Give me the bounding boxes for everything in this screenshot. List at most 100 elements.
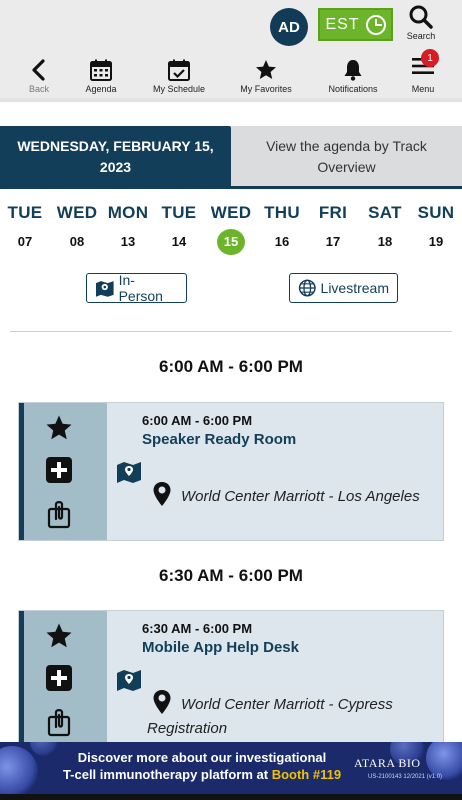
date-number: 07 [17, 234, 33, 249]
star-icon [46, 623, 72, 648]
time-group-header: 6:30 AM - 6:00 PM [159, 566, 303, 585]
attachment-button[interactable] [44, 707, 74, 737]
livestream-filter-button[interactable]: Livestream [289, 273, 398, 303]
tab-date[interactable]: WEDNESDAY, FEBRUARY 15, 2023 [0, 126, 231, 188]
timezone-button[interactable]: EST [318, 8, 393, 41]
nav-my-favorites-label: My Favorites [240, 84, 292, 94]
clock-icon [365, 14, 386, 35]
bottom-strip [0, 794, 462, 800]
nav-menu[interactable]: 1 Menu [406, 48, 440, 94]
nav-my-schedule-label: My Schedule [152, 84, 206, 94]
date-item[interactable]: SAT 18 [360, 203, 410, 255]
date-item[interactable]: MON 13 [103, 203, 153, 255]
star-icon [46, 415, 72, 440]
date-number: 08 [69, 234, 85, 249]
brand-logo: ATARA BIO [354, 756, 421, 770]
tab-underline [0, 186, 462, 189]
card-actions [24, 403, 107, 540]
favorite-button[interactable] [44, 413, 74, 443]
back-arrow-icon [32, 59, 45, 81]
header-divider [0, 98, 462, 102]
date-item[interactable]: WED 08 [52, 203, 102, 255]
banner-line-2-prefix: T-cell immunotherapy platform at [62, 767, 272, 782]
nav-back[interactable]: Back [24, 48, 54, 94]
session-location-text: World Center Marriott - Los Angeles [181, 488, 420, 505]
banner-booth: Booth #119 [271, 767, 342, 782]
notification-badge: 1 [421, 49, 439, 67]
date-item-selected[interactable]: WED 15 [206, 203, 256, 255]
session-title[interactable]: Speaker Ready Room [142, 431, 296, 448]
session-title[interactable]: Mobile App Help Desk [142, 639, 299, 656]
date-weekday: SUN [417, 203, 455, 222]
date-weekday: WED [56, 203, 98, 222]
banner-line-1: Discover more about our investigational [77, 750, 327, 765]
date-weekday: THU [264, 203, 300, 222]
plus-square-icon [46, 665, 72, 691]
date-item[interactable]: TUE 07 [0, 203, 50, 255]
calendar-icon [90, 59, 112, 81]
nav-my-schedule[interactable]: My Schedule [146, 48, 212, 94]
map-icon[interactable] [115, 668, 143, 692]
location-pin-icon [153, 690, 171, 714]
nav-menu-label: Menu [411, 84, 435, 94]
ad-banner[interactable]: Discover more about our investigational … [0, 742, 462, 794]
search-icon [409, 5, 433, 29]
banner-fine-print: US-2100143 12/2021 (v1.0) [368, 774, 443, 780]
search-button[interactable]: Search [402, 4, 440, 44]
date-weekday: WED [210, 203, 252, 222]
timezone-label: EST [325, 15, 360, 33]
nav-notifications-label: Notifications [328, 84, 378, 94]
top-header: AD EST Search Back Agenda My Schedule My… [0, 0, 462, 98]
date-item[interactable]: SUN 19 [411, 203, 461, 255]
globe-icon [298, 279, 316, 297]
star-icon [256, 60, 276, 79]
date-item[interactable]: TUE 14 [154, 203, 204, 255]
add-to-schedule-button[interactable] [44, 663, 74, 693]
in-person-filter-button[interactable]: In-Person [86, 272, 187, 304]
date-weekday: MON [107, 203, 149, 222]
banner-line-2: T-cell immunotherapy platform at Booth #… [42, 766, 362, 783]
tab-track-overview[interactable]: View the agenda by Track Overview [231, 126, 462, 188]
card-actions [24, 611, 107, 748]
location-pin-icon [153, 482, 171, 506]
nav-notifications[interactable]: Notifications [322, 48, 384, 94]
session-location: World Center Marriott - Cypress Registra… [147, 689, 437, 741]
calendar-check-icon [168, 59, 190, 81]
plus-square-icon [46, 457, 72, 483]
date-item[interactable]: THU 16 [257, 203, 307, 255]
session-card[interactable]: 6:00 AM - 6:00 PM Speaker Ready Room Wor… [18, 402, 444, 541]
date-weekday: TUE [161, 203, 197, 222]
paperclip-icon [47, 709, 71, 737]
date-item[interactable]: FRI 17 [308, 203, 358, 255]
favorite-button[interactable] [44, 621, 74, 651]
session-time: 6:30 AM - 6:00 PM [142, 621, 253, 636]
avatar[interactable]: AD [270, 8, 308, 46]
nav-back-label: Back [28, 84, 49, 94]
date-strip: TUE 07 WED 08 MON 13 TUE 14 WED 15 THU 1… [0, 203, 462, 255]
in-person-label: In-Person [118, 272, 163, 304]
banner-text: Discover more about our investigational … [42, 749, 362, 783]
date-weekday: SAT [368, 203, 402, 222]
paperclip-icon [47, 501, 71, 529]
session-time: 6:00 AM - 6:00 PM [142, 413, 253, 428]
date-number: 17 [325, 234, 341, 249]
add-to-schedule-button[interactable] [44, 455, 74, 485]
nav-agenda-label: Agenda [85, 84, 117, 94]
content-divider [10, 331, 452, 332]
session-card[interactable]: 6:30 AM - 6:00 PM Mobile App Help Desk W… [18, 610, 444, 749]
livestream-label: Livestream [320, 280, 389, 296]
attachment-button[interactable] [44, 499, 74, 529]
nav-agenda[interactable]: Agenda [78, 48, 124, 94]
search-label: Search [406, 31, 436, 41]
date-number: 18 [377, 234, 393, 249]
date-weekday: FRI [318, 203, 348, 222]
map-icon[interactable] [115, 460, 143, 484]
date-number: 16 [274, 234, 290, 249]
map-icon [95, 281, 114, 297]
nav-bar: Back Agenda My Schedule My Favorites Not… [0, 48, 462, 94]
session-location-text: World Center Marriott - Cypress Registra… [147, 696, 393, 737]
bell-icon [344, 60, 362, 81]
nav-my-favorites[interactable]: My Favorites [232, 48, 300, 94]
session-location: World Center Marriott - Los Angeles [147, 481, 437, 509]
date-number: 19 [428, 234, 444, 249]
